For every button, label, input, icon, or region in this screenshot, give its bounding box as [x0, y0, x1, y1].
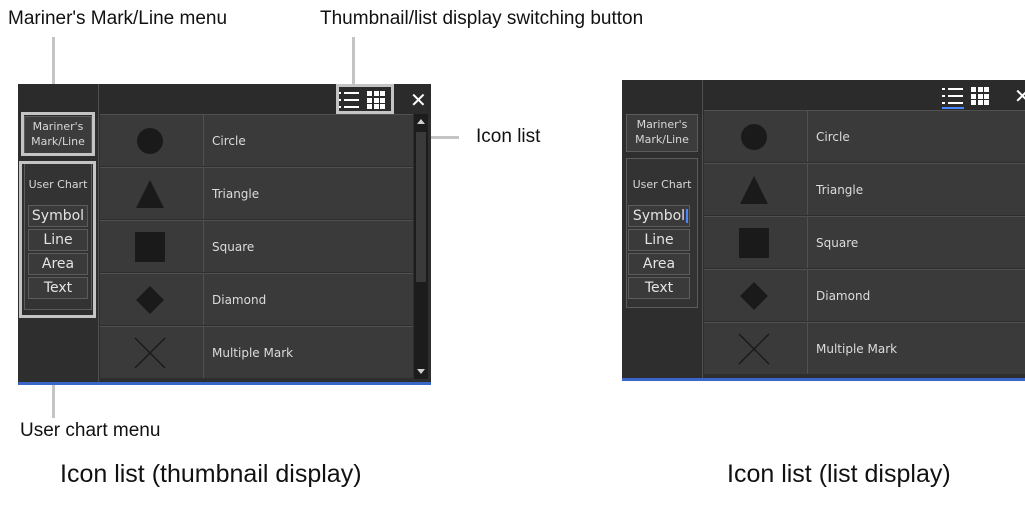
switch-button-annotation: Thumbnail/list display switching button	[320, 8, 644, 29]
user-chart-title: User Chart	[632, 178, 692, 191]
user-chart-highlight	[19, 161, 96, 318]
mariner-mark-line-button[interactable]: Mariner's Mark/Line	[626, 114, 698, 152]
submenu-area-button[interactable]: Area	[628, 253, 690, 275]
icon-row-circle[interactable]: Circle	[704, 110, 1025, 162]
scroll-up-arrow-icon[interactable]	[417, 119, 425, 124]
triangle-icon	[136, 180, 164, 208]
icon-label: Circle	[816, 130, 850, 144]
diamond-icon	[740, 282, 768, 310]
icon-row-diamond[interactable]: Diamond	[100, 273, 413, 325]
icon-row-triangle[interactable]: Triangle	[100, 167, 413, 219]
icon-label: Triangle	[816, 183, 864, 197]
circle-icon	[137, 128, 163, 154]
icon-list-scrollbar[interactable]	[414, 114, 428, 379]
square-icon	[135, 232, 165, 262]
list-view-icon[interactable]	[942, 87, 964, 109]
icon-row-triangle[interactable]: Triangle	[704, 163, 1025, 215]
icon-label: Diamond	[816, 289, 871, 303]
close-icon[interactable]: ✕	[410, 90, 427, 110]
icon-row-diamond[interactable]: Diamond	[704, 269, 1025, 321]
close-icon[interactable]: ✕	[1014, 86, 1025, 106]
icon-label: Circle	[212, 134, 246, 148]
circle-icon	[741, 124, 767, 150]
switch-button-highlight	[336, 84, 394, 114]
icon-list-annotation: Icon list	[476, 126, 541, 147]
submenu-symbol-button[interactable]: Symbol	[628, 205, 690, 227]
caption-list: Icon list (list display)	[727, 460, 951, 488]
submenu-text-button[interactable]: Text	[628, 277, 690, 299]
icon-row-multiple-mark[interactable]: Multiple Mark	[100, 326, 413, 378]
thumbnail-view-icon[interactable]	[971, 87, 989, 105]
icon-row-circle[interactable]: Circle	[100, 114, 413, 166]
square-icon	[739, 228, 769, 258]
icon-label: Square	[816, 236, 859, 250]
menu-divider	[98, 84, 99, 385]
icon-row-square[interactable]: Square	[100, 220, 413, 272]
icon-row-square[interactable]: Square	[704, 216, 1025, 268]
mariner-menu-highlight	[21, 112, 95, 156]
submenu-line-button[interactable]: Line	[628, 229, 690, 251]
cross-icon	[134, 337, 166, 369]
panel-top-bar	[622, 80, 1025, 114]
icon-label: Diamond	[212, 293, 267, 307]
panel-bottom-accent	[622, 378, 1025, 381]
icon-label: Square	[212, 240, 255, 254]
triangle-icon	[740, 176, 768, 204]
icon-row-multiple-mark[interactable]: Multiple Mark	[704, 322, 1025, 374]
cross-icon	[738, 333, 770, 365]
caption-thumbnail: Icon list (thumbnail display)	[60, 460, 362, 488]
list-display-panel: ✕ Mariner's Mark/Line User Chart Symbol …	[622, 80, 1025, 381]
panel-bottom-accent	[18, 382, 431, 385]
icon-label: Multiple Mark	[212, 346, 294, 360]
mariner-menu-annotation: Mariner's Mark/Line menu	[8, 8, 228, 29]
leader-line-switch	[352, 37, 355, 84]
icon-list: Circle Triangle Square Diamond Multiple …	[100, 114, 413, 379]
icon-label: Multiple Mark	[816, 342, 898, 356]
diamond-icon	[136, 286, 164, 314]
user-chart-menu-annotation: User chart menu	[20, 420, 161, 441]
scrollbar-thumb[interactable]	[416, 132, 426, 282]
menu-divider	[702, 80, 703, 381]
icon-list: Circle Triangle Square Diamond Multiple …	[704, 110, 1025, 375]
icon-label: Triangle	[212, 187, 260, 201]
scroll-down-arrow-icon[interactable]	[417, 369, 425, 374]
